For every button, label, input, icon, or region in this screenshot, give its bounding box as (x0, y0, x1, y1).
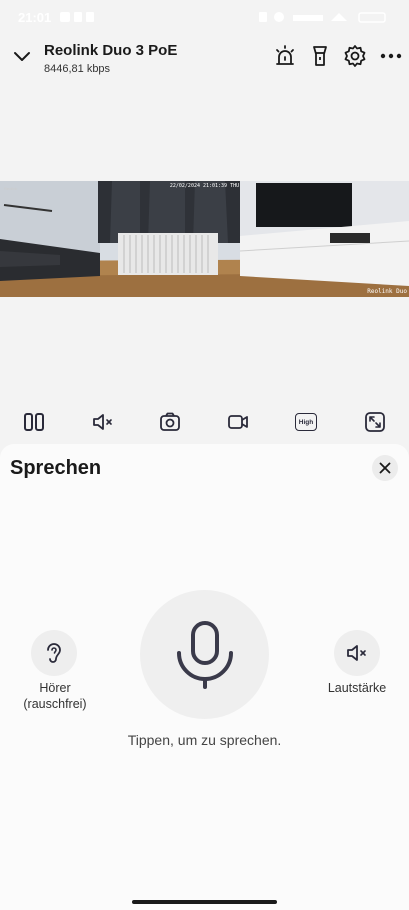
split-view-icon[interactable] (22, 410, 46, 434)
fullscreen-icon[interactable] (363, 410, 387, 434)
home-indicator[interactable] (132, 900, 277, 904)
record-icon[interactable] (226, 410, 250, 434)
spotlight-icon[interactable] (308, 44, 332, 68)
volume-button[interactable] (334, 630, 380, 676)
volume-label: Lautstärke (327, 681, 387, 695)
earpiece-label: Hörer (rauschfrei) (10, 680, 100, 712)
siren-icon[interactable] (273, 44, 297, 68)
camera-title: Reolink Duo 3 PoE (44, 42, 178, 59)
close-icon (379, 462, 391, 474)
bitrate-readout: 8446,81 kbps (44, 63, 111, 75)
earpiece-label-line1: Hörer (39, 681, 71, 695)
ear-icon (47, 643, 61, 663)
video-camera-label: Reolink Duo (367, 288, 407, 295)
status-bar: 21:01 (0, 0, 409, 36)
more-icon[interactable] (379, 44, 403, 68)
speaker-muted-icon[interactable] (91, 410, 115, 434)
quality-label: High (298, 418, 314, 426)
close-button[interactable] (372, 455, 398, 481)
chevron-down-icon[interactable] (12, 46, 32, 66)
video-corner-label: Reolink (4, 186, 18, 191)
quality-high-icon[interactable]: High (294, 410, 318, 434)
microphone-icon (176, 620, 233, 689)
panel-title: Sprechen (10, 457, 102, 479)
earpiece-label-line2: (rauschfrei) (23, 697, 87, 711)
talk-hint: Tippen, um zu sprechen. (127, 732, 282, 748)
gear-icon[interactable] (343, 44, 367, 68)
video-timestamp: 22/02/2024 21:01:39 THU (169, 183, 240, 189)
earpiece-button[interactable] (31, 630, 77, 676)
snapshot-icon[interactable] (158, 410, 182, 434)
live-video-feed[interactable]: 22/02/2024 21:01:39 THU Reolink Reolink … (0, 181, 409, 297)
system-status-icons (259, 12, 386, 23)
talk-microphone-button[interactable] (140, 590, 269, 719)
speaker-muted-icon (347, 645, 366, 661)
status-time: 21:01 (18, 10, 52, 25)
video-frame (0, 181, 409, 297)
notification-icons (60, 12, 94, 22)
